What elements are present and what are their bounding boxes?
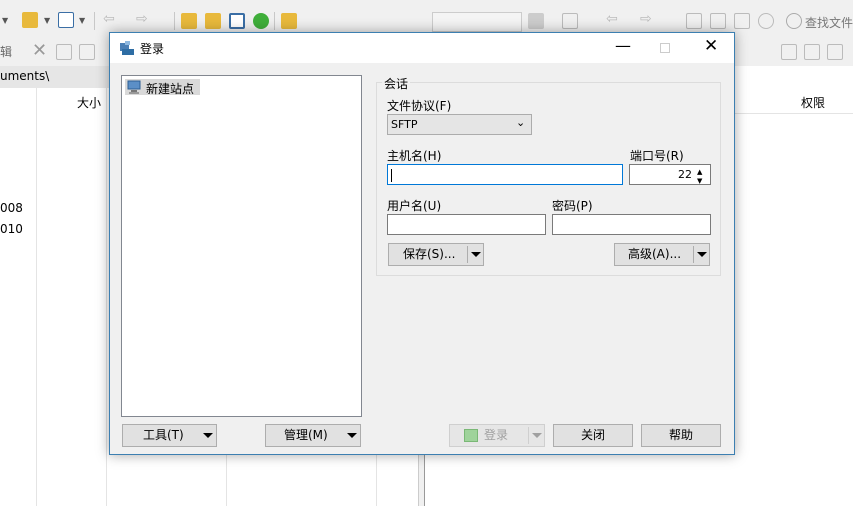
text-cursor <box>391 168 392 182</box>
tree-item-new-site[interactable]: 新建站点 <box>125 79 200 96</box>
tools-button-label: 工具(T) <box>143 428 184 442</box>
login-dialog: 登录 — ✕ 新建站点 会话 文件协议(F) SFTP ⌄ 主机名(H) 端口号… <box>109 32 735 455</box>
dialog-titlebar[interactable]: 登录 — ✕ <box>110 33 734 63</box>
advanced-button[interactable]: 高级(A)... <box>614 243 710 266</box>
root-dir-icon[interactable] <box>710 13 726 29</box>
column-header-size[interactable]: 大小 <box>77 94 101 111</box>
properties-icon[interactable] <box>79 44 95 60</box>
tools-button[interactable]: 工具(T) <box>122 424 217 447</box>
dropdown-arrow-icon[interactable] <box>471 252 481 257</box>
forward-icon[interactable]: ⇨ <box>136 11 148 27</box>
new-site-label: 新建站点 <box>146 82 195 96</box>
save-button-label: 保存(S)... <box>403 247 456 261</box>
port-input[interactable]: 22 ▲ ▼ <box>629 164 711 185</box>
back-icon[interactable]: ⇦ <box>606 11 618 27</box>
filter-icon[interactable] <box>58 12 74 28</box>
login-button-label: 登录 <box>484 428 509 442</box>
filter-icon[interactable] <box>827 44 843 60</box>
host-label: 主机名(H) <box>387 149 442 163</box>
dropdown-arrow-icon[interactable]: ▼ <box>2 16 8 25</box>
protocol-select[interactable]: SFTP ⌄ <box>387 114 532 135</box>
spin-down-icon[interactable]: ▼ <box>697 172 702 191</box>
help-button[interactable]: 帮助 <box>641 424 721 447</box>
dropdown-arrow-icon[interactable]: ▼ <box>79 16 85 25</box>
root-dir-icon[interactable] <box>205 13 221 29</box>
chevron-down-icon: ⌄ <box>516 116 526 129</box>
app-icon <box>119 40 135 56</box>
maximize-icon <box>660 43 670 53</box>
dropdown-arrow-icon[interactable] <box>532 433 542 438</box>
list-item[interactable]: 010 <box>0 222 23 236</box>
dialog-title: 登录 <box>140 42 165 56</box>
host-input[interactable] <box>387 164 623 185</box>
close-icon[interactable]: ✕ <box>704 36 718 56</box>
password-input[interactable] <box>552 214 711 235</box>
main-toolbar: ▼ ▼ ▼ ⇦ ⇨ ⇦ ⇨ 查找文件 <box>0 0 853 36</box>
computer-icon <box>127 80 141 94</box>
list-item[interactable]: 008 <box>0 201 23 215</box>
add-icon[interactable] <box>781 44 797 60</box>
minimize-icon[interactable]: — <box>615 36 631 55</box>
tree-icon[interactable] <box>281 13 297 29</box>
protocol-label: 文件协议(F) <box>387 99 452 113</box>
rename-icon[interactable] <box>56 44 72 60</box>
dropdown-arrow-icon[interactable]: ▼ <box>44 16 50 25</box>
parent-dir-icon[interactable] <box>686 13 702 29</box>
open-folder-icon[interactable] <box>22 12 38 28</box>
user-input[interactable] <box>387 214 546 235</box>
local-path: uments\ <box>0 69 50 83</box>
refresh-icon[interactable] <box>758 13 774 29</box>
manage-button[interactable]: 管理(M) <box>265 424 361 447</box>
site-tree[interactable]: 新建站点 <box>121 75 362 417</box>
password-label: 密码(P) <box>552 199 593 213</box>
port-value: 22 <box>678 168 692 181</box>
open-folder-icon[interactable] <box>528 13 544 29</box>
forward-icon[interactable]: ⇨ <box>640 11 652 27</box>
login-button[interactable]: 登录 <box>449 424 545 447</box>
port-label: 端口号(R) <box>630 149 684 163</box>
port-spinner[interactable]: ▲ ▼ <box>696 166 708 185</box>
advanced-button-label: 高级(A)... <box>628 247 682 261</box>
delete-icon[interactable]: ✕ <box>32 40 47 61</box>
save-button[interactable]: 保存(S)... <box>388 243 484 266</box>
protocol-value: SFTP <box>391 118 418 131</box>
dropdown-arrow-icon <box>347 433 357 438</box>
search-files-label[interactable]: 查找文件 <box>805 14 853 31</box>
user-label: 用户名(U) <box>387 199 442 213</box>
remove-icon[interactable] <box>804 44 820 60</box>
home-icon[interactable] <box>734 13 750 29</box>
filter-icon[interactable] <box>562 13 578 29</box>
login-icon <box>464 429 478 442</box>
dropdown-arrow-icon[interactable] <box>697 252 707 257</box>
back-icon[interactable]: ⇦ <box>103 11 115 27</box>
local-path-bar: uments\ <box>0 66 110 88</box>
right-pane-header: 权限 <box>735 88 853 114</box>
search-icon[interactable] <box>786 13 802 29</box>
parent-dir-icon[interactable] <box>181 13 197 29</box>
home-icon[interactable] <box>229 13 245 29</box>
manage-button-label: 管理(M) <box>284 428 328 442</box>
edit-label[interactable]: 辑 <box>0 43 12 60</box>
refresh-icon[interactable] <box>253 13 269 29</box>
close-button[interactable]: 关闭 <box>553 424 633 447</box>
pane-splitter[interactable] <box>418 450 425 506</box>
remote-path-combo[interactable] <box>432 12 522 32</box>
column-header-permissions[interactable]: 权限 <box>801 94 825 111</box>
session-group-label: 会话 <box>382 75 411 92</box>
dropdown-arrow-icon <box>203 433 213 438</box>
